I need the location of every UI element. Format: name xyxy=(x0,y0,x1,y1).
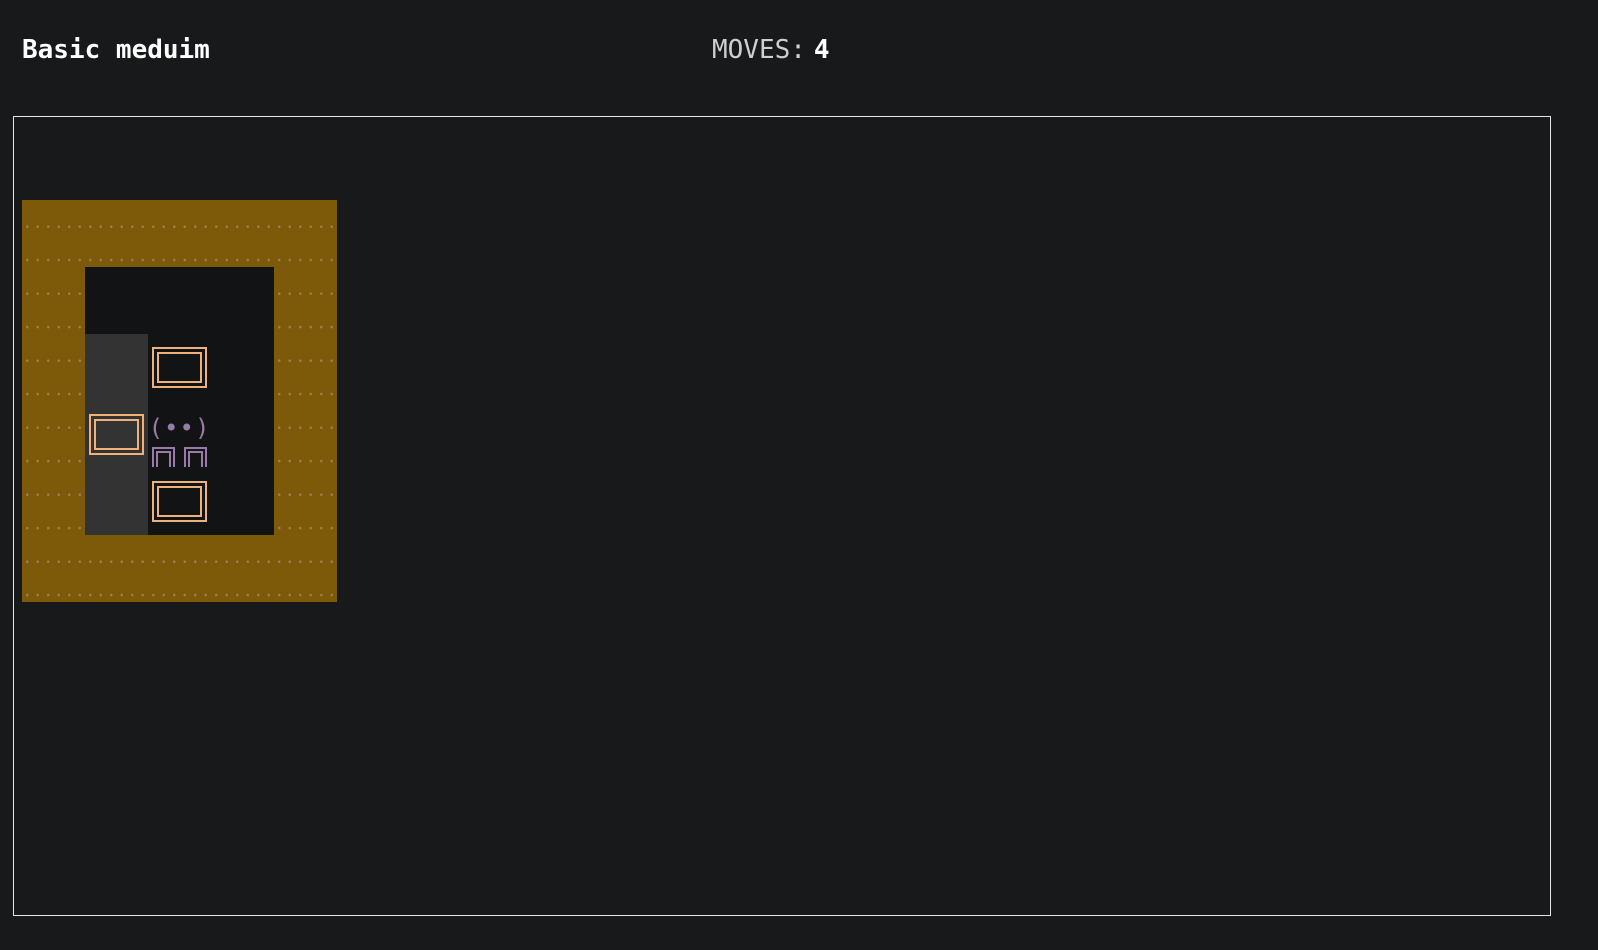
wall-tile xyxy=(22,535,85,602)
wall-tile xyxy=(211,535,274,602)
goal-tile xyxy=(85,401,148,468)
sokoban-grid[interactable]: (••) xyxy=(22,200,337,602)
floor-tile xyxy=(148,468,211,535)
floor-tile xyxy=(211,468,274,535)
wall-tile xyxy=(148,535,211,602)
player-tile: (••) xyxy=(148,401,211,468)
moves-counter: MOVES: 4 xyxy=(712,32,830,68)
goal-tile xyxy=(85,334,148,401)
box-inner-frame xyxy=(157,352,202,383)
floor-tile xyxy=(211,401,274,468)
floor-tile xyxy=(85,267,148,334)
wall-tile xyxy=(22,401,85,468)
floor-tile xyxy=(148,334,211,401)
moves-value: 4 xyxy=(813,35,830,65)
box-inner-frame xyxy=(94,419,139,450)
box xyxy=(152,347,207,388)
wall-tile xyxy=(85,535,148,602)
wall-tile xyxy=(211,200,274,267)
box-inner-frame xyxy=(157,486,202,517)
wall-tile xyxy=(274,200,337,267)
player-legs-icon xyxy=(152,447,207,467)
box-on-goal xyxy=(89,414,144,455)
floor-tile xyxy=(211,267,274,334)
box xyxy=(152,481,207,522)
wall-tile xyxy=(85,200,148,267)
wall-tile xyxy=(22,200,85,267)
wall-tile xyxy=(274,468,337,535)
floor-tile xyxy=(211,334,274,401)
level-title: Basic meduim xyxy=(22,35,210,65)
wall-tile xyxy=(274,267,337,334)
wall-tile xyxy=(22,334,85,401)
floor-tile xyxy=(148,267,211,334)
wall-tile xyxy=(148,200,211,267)
wall-tile xyxy=(274,334,337,401)
player-head: (••) xyxy=(148,414,211,442)
wall-tile xyxy=(22,267,85,334)
wall-tile xyxy=(274,401,337,468)
wall-tile xyxy=(274,535,337,602)
goal-tile xyxy=(85,468,148,535)
wall-tile xyxy=(22,468,85,535)
moves-label: MOVES: xyxy=(712,35,806,65)
